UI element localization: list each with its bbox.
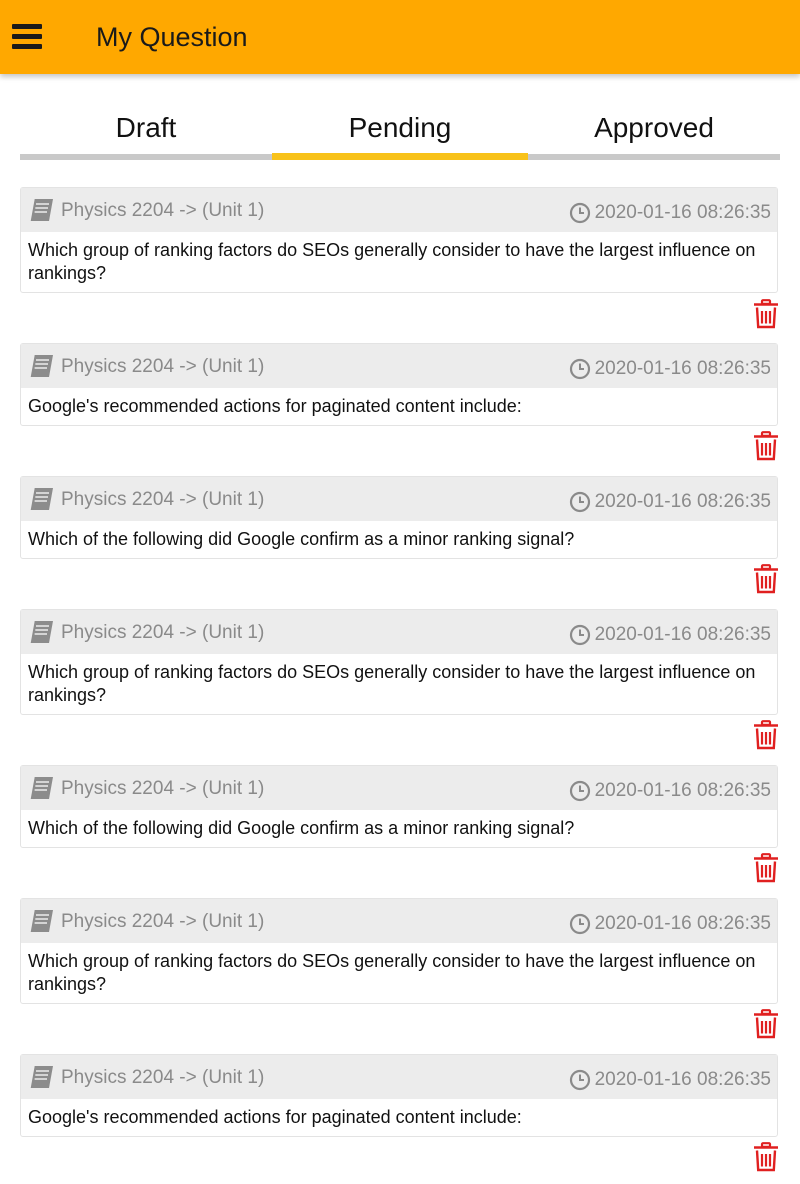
- trash-icon[interactable]: [752, 1009, 780, 1039]
- question-card[interactable]: Physics 2204 -> (Unit 1) 2020-01-16 08:2…: [20, 343, 778, 426]
- trash-icon[interactable]: [752, 853, 780, 883]
- app-screen: My Question Draft Pending Approved Physi…: [0, 0, 800, 1184]
- question-subject: Physics 2204 -> (Unit 1): [61, 1067, 265, 1088]
- menu-line: [12, 24, 42, 29]
- book-icon: [29, 198, 53, 222]
- book-icon: [29, 354, 53, 378]
- question-timestamp: 2020-01-16 08:26:35: [594, 913, 771, 934]
- tab-draft-indicator: [20, 154, 272, 160]
- question-text: Which group of ranking factors do SEOs g…: [28, 240, 756, 283]
- question-subject: Physics 2204 -> (Unit 1): [61, 778, 265, 799]
- tab-pending-indicator: [272, 153, 528, 160]
- clock-icon: [569, 913, 591, 935]
- trash-icon[interactable]: [752, 1142, 780, 1172]
- book-icon: [29, 620, 53, 644]
- question-text: Which group of ranking factors do SEOs g…: [28, 662, 756, 705]
- question-card[interactable]: Physics 2204 -> (Unit 1) 2020-01-16 08:2…: [20, 1054, 778, 1137]
- page-title: My Question: [96, 22, 248, 52]
- book-icon: [29, 487, 53, 511]
- question-card-header: Physics 2204 -> (Unit 1) 2020-01-16 08:2…: [21, 477, 777, 521]
- clock-icon: [569, 780, 591, 802]
- tab-approved-label: Approved: [594, 112, 714, 143]
- tab-draft[interactable]: Draft: [20, 100, 272, 160]
- question-text: Which of the following did Google confir…: [28, 818, 575, 838]
- hamburger-menu-icon[interactable]: [12, 24, 42, 50]
- tab-approved[interactable]: Approved: [528, 100, 780, 160]
- clock-icon: [569, 202, 591, 224]
- question-text: Google's recommended actions for paginat…: [28, 396, 522, 416]
- question-timestamp: 2020-01-16 08:26:35: [594, 624, 771, 645]
- question-card[interactable]: Physics 2204 -> (Unit 1) 2020-01-16 08:2…: [20, 187, 778, 293]
- book-icon: [29, 909, 53, 933]
- question-timestamp: 2020-01-16 08:26:35: [594, 358, 771, 379]
- tab-draft-label: Draft: [115, 112, 177, 143]
- question-subject: Physics 2204 -> (Unit 1): [61, 356, 265, 377]
- clock-icon: [569, 491, 591, 513]
- book-icon: [29, 776, 53, 800]
- tab-approved-indicator: [528, 154, 780, 160]
- question-text: Which of the following did Google confir…: [28, 529, 575, 549]
- question-card-header: Physics 2204 -> (Unit 1) 2020-01-16 08:2…: [21, 1055, 777, 1099]
- question-card-header: Physics 2204 -> (Unit 1) 2020-01-16 08:2…: [21, 610, 777, 654]
- question-card[interactable]: Physics 2204 -> (Unit 1) 2020-01-16 08:2…: [20, 476, 778, 559]
- question-subject: Physics 2204 -> (Unit 1): [61, 911, 265, 932]
- trash-icon[interactable]: [752, 564, 780, 594]
- clock-icon: [569, 1069, 591, 1091]
- question-subject: Physics 2204 -> (Unit 1): [61, 489, 265, 510]
- clock-icon: [569, 624, 591, 646]
- question-subject: Physics 2204 -> (Unit 1): [61, 200, 265, 221]
- trash-icon[interactable]: [752, 720, 780, 750]
- tab-bar: Draft Pending Approved: [20, 100, 780, 160]
- question-timestamp: 2020-01-16 08:26:35: [594, 1069, 771, 1090]
- tab-pending[interactable]: Pending: [272, 100, 528, 160]
- question-text: Which group of ranking factors do SEOs g…: [28, 951, 756, 994]
- question-timestamp: 2020-01-16 08:26:35: [594, 780, 771, 801]
- question-card-header: Physics 2204 -> (Unit 1) 2020-01-16 08:2…: [21, 766, 777, 810]
- book-icon: [29, 1065, 53, 1089]
- question-card[interactable]: Physics 2204 -> (Unit 1) 2020-01-16 08:2…: [20, 898, 778, 1004]
- trash-icon[interactable]: [752, 299, 780, 329]
- menu-line: [12, 34, 42, 39]
- question-text: Google's recommended actions for paginat…: [28, 1107, 522, 1127]
- app-bar: My Question: [0, 0, 800, 74]
- trash-icon[interactable]: [752, 431, 780, 461]
- question-card-header: Physics 2204 -> (Unit 1) 2020-01-16 08:2…: [21, 188, 777, 232]
- question-card-header: Physics 2204 -> (Unit 1) 2020-01-16 08:2…: [21, 899, 777, 943]
- question-timestamp: 2020-01-16 08:26:35: [594, 491, 771, 512]
- clock-icon: [569, 358, 591, 380]
- question-card[interactable]: Physics 2204 -> (Unit 1) 2020-01-16 08:2…: [20, 765, 778, 848]
- menu-line: [12, 44, 42, 49]
- question-timestamp: 2020-01-16 08:26:35: [594, 202, 771, 223]
- tab-pending-label: Pending: [348, 112, 452, 143]
- question-subject: Physics 2204 -> (Unit 1): [61, 622, 265, 643]
- question-card-header: Physics 2204 -> (Unit 1) 2020-01-16 08:2…: [21, 344, 777, 388]
- question-card[interactable]: Physics 2204 -> (Unit 1) 2020-01-16 08:2…: [20, 609, 778, 715]
